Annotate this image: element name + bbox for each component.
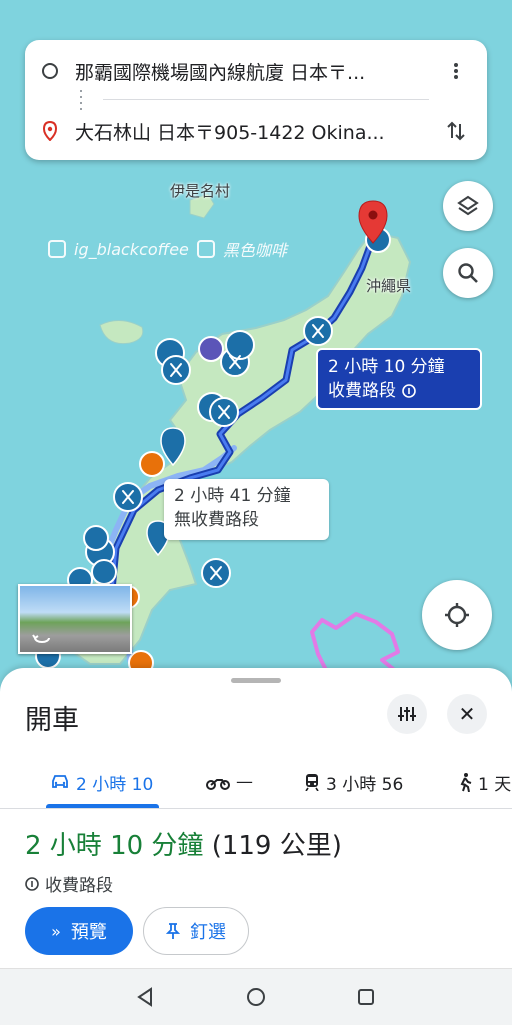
route-summary: 2 小時 10 分鐘 (119 公里) bbox=[25, 825, 342, 862]
swap-icon[interactable] bbox=[443, 118, 469, 144]
route-options-button[interactable] bbox=[387, 694, 427, 734]
directions-search-card: 那霸國際機場國內線航廈 日本〒... 大石林山 日本〒905-1422 Okin… bbox=[25, 40, 487, 160]
watermark-ig-text: ig_blackcoffee bbox=[74, 239, 189, 259]
sheet-title: 開車 bbox=[25, 705, 79, 736]
watermark: ig_blackcoffee 黑色咖啡 bbox=[48, 237, 287, 261]
toll-icon bbox=[402, 384, 416, 398]
tab-transit-label: 3 小時 56 bbox=[326, 774, 404, 795]
search-icon bbox=[458, 263, 478, 283]
recents-button[interactable] bbox=[352, 983, 380, 1011]
tab-motorcycle[interactable]: — bbox=[206, 758, 253, 806]
tabs-divider bbox=[0, 808, 512, 809]
home-icon bbox=[247, 988, 265, 1006]
origin-dot-icon bbox=[42, 63, 58, 79]
route-callout-main[interactable]: 2 小時 10 分鐘 收費路段 bbox=[316, 348, 482, 410]
transit-icon bbox=[305, 774, 319, 791]
route-alt-toll: 無收費路段 bbox=[174, 510, 259, 530]
walk-icon bbox=[460, 773, 472, 792]
home-button[interactable] bbox=[242, 983, 270, 1011]
preview-button[interactable]: » 預覽 bbox=[25, 907, 133, 955]
tab-walking-label: 1 天 bbox=[478, 774, 512, 795]
pin-button[interactable]: 釘選 bbox=[143, 907, 249, 955]
pin-icon bbox=[166, 923, 180, 939]
pin-label: 釘選 bbox=[190, 922, 226, 943]
origin-row[interactable]: 那霸國際機場國內線航廈 日本〒... bbox=[25, 44, 487, 98]
divider bbox=[103, 99, 429, 100]
preview-label: 預覽 bbox=[70, 922, 107, 943]
tab-walking[interactable]: 1 天 bbox=[458, 758, 511, 806]
street-view-rotate-icon bbox=[32, 634, 50, 643]
watermark-fb-text: 黑色咖啡 bbox=[222, 241, 287, 260]
layers-icon bbox=[457, 195, 479, 216]
tab-driving[interactable]: 2 小時 10 bbox=[50, 758, 153, 806]
toll-icon bbox=[25, 876, 39, 891]
summary-distance: (119 公里) bbox=[211, 831, 342, 861]
instagram-icon bbox=[48, 240, 66, 258]
my-location-icon bbox=[445, 603, 469, 627]
tab-transit[interactable]: 3 小時 56 bbox=[304, 758, 403, 806]
hotel-marker bbox=[198, 336, 224, 362]
street-view-thumbnail[interactable] bbox=[18, 584, 132, 654]
close-button[interactable]: ✕ bbox=[447, 694, 487, 734]
back-icon bbox=[137, 987, 152, 1007]
map-label-prefecture: 沖繩県 bbox=[366, 277, 412, 295]
facebook-icon bbox=[196, 240, 215, 258]
destination-field[interactable]: 大石林山 日本〒905-1422 Okina... bbox=[75, 118, 420, 145]
system-navigation-bar bbox=[0, 968, 512, 1025]
tab-motorcycle-label: — bbox=[236, 772, 253, 792]
close-icon: ✕ bbox=[458, 702, 476, 726]
layers-button[interactable] bbox=[443, 181, 493, 231]
tune-icon bbox=[398, 707, 416, 721]
sheet-drag-handle[interactable] bbox=[231, 678, 281, 683]
recents-icon bbox=[358, 989, 374, 1005]
summary-time: 2 小時 10 分鐘 bbox=[25, 831, 204, 861]
car-icon bbox=[52, 775, 68, 788]
double-chevron-icon: » bbox=[51, 921, 61, 941]
destination-pin-outline-icon bbox=[42, 121, 58, 141]
my-location-button[interactable] bbox=[422, 580, 492, 650]
travel-mode-tabs: 2 小時 10 — 3 小時 56 1 天 bbox=[0, 758, 512, 808]
more-options-icon[interactable] bbox=[443, 58, 469, 84]
motorcycle-icon bbox=[206, 779, 230, 790]
route-main-toll: 收費路段 bbox=[328, 381, 396, 401]
origin-field[interactable]: 那霸國際機場國內線航廈 日本〒... bbox=[75, 58, 420, 85]
route-callout-alt[interactable]: 2 小時 41 分鐘 無收費路段 bbox=[164, 479, 329, 540]
destination-row[interactable]: 大石林山 日本〒905-1422 Okina... bbox=[25, 104, 487, 158]
route-main-duration: 2 小時 10 分鐘 bbox=[328, 357, 445, 377]
route-alt-duration: 2 小時 41 分鐘 bbox=[174, 486, 291, 506]
tab-driving-label: 2 小時 10 bbox=[76, 774, 154, 795]
back-button[interactable] bbox=[131, 983, 159, 1011]
map-label-village: 伊是名村 bbox=[170, 182, 231, 200]
toll-info: 收費路段 bbox=[25, 871, 113, 896]
directions-bottom-sheet: 開車 ✕ 2 小時 10 — 3 小時 56 1 天 2 小時 10 分鐘 (1… bbox=[0, 668, 512, 968]
toll-text: 收費路段 bbox=[45, 876, 113, 896]
search-button[interactable] bbox=[443, 248, 493, 298]
